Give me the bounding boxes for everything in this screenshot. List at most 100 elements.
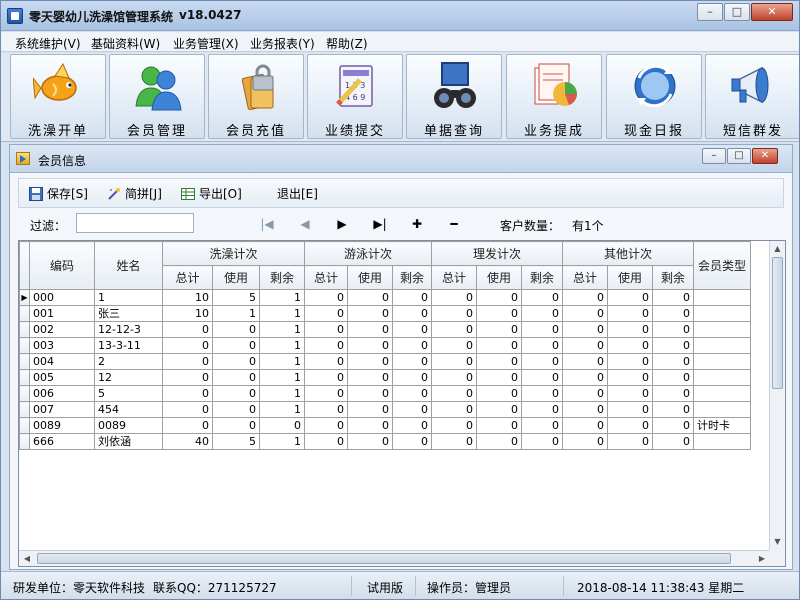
exit-button[interactable]: 退出[E] — [277, 185, 318, 202]
horizontal-scroll-thumb[interactable] — [37, 553, 731, 564]
cell-other-remain[interactable]: 0 — [652, 305, 694, 322]
cell-swim-total[interactable]: 0 — [304, 369, 348, 386]
cell-hair-remain[interactable]: 0 — [521, 321, 563, 338]
menu-system[interactable]: 系统维护(V) — [15, 35, 81, 52]
menu-basic-data[interactable]: 基础资料(W) — [91, 35, 160, 52]
cell-other-used[interactable]: 0 — [607, 385, 653, 402]
cell-hair-total[interactable]: 0 — [431, 417, 477, 434]
cell-hair-total[interactable]: 0 — [431, 353, 477, 370]
cell-swim-total[interactable]: 0 — [304, 353, 348, 370]
minimize-button[interactable]: – — [697, 3, 723, 21]
cell-hair-used[interactable]: 0 — [476, 385, 522, 402]
toolbar-sms-broadcast-button[interactable]: 短信群发 — [705, 54, 799, 139]
cell-swim-remain[interactable]: 0 — [392, 401, 432, 418]
cell-name[interactable]: 13-3-11 — [94, 337, 163, 354]
cell-member-type[interactable]: 计时卡 — [693, 417, 751, 434]
cell-hair-used[interactable]: 0 — [476, 337, 522, 354]
scroll-left-icon[interactable]: ◀ — [19, 551, 35, 566]
header-other-used[interactable]: 使用 — [607, 265, 653, 290]
cell-hair-total[interactable]: 0 — [431, 305, 477, 322]
cell-bath-total[interactable]: 0 — [162, 385, 213, 402]
cell-swim-total[interactable]: 0 — [304, 321, 348, 338]
vertical-scrollbar[interactable]: ▲ ▼ — [769, 241, 785, 550]
cell-member-type[interactable] — [693, 353, 751, 370]
row-indicator[interactable] — [19, 321, 30, 338]
cell-other-used[interactable]: 0 — [607, 369, 653, 386]
cell-other-remain[interactable]: 0 — [652, 289, 694, 306]
cell-hair-remain[interactable]: 0 — [521, 417, 563, 434]
cell-other-remain[interactable]: 0 — [652, 401, 694, 418]
cell-bath-remain[interactable]: 0 — [259, 417, 305, 434]
cell-bath-remain[interactable]: 1 — [259, 433, 305, 450]
cell-other-total[interactable]: 0 — [562, 289, 608, 306]
cell-bath-used[interactable]: 0 — [212, 401, 260, 418]
row-indicator[interactable] — [19, 337, 30, 354]
cell-swim-total[interactable]: 0 — [304, 337, 348, 354]
table-row[interactable]: ▶ 000 1 10 5 1 0 0 0 0 0 0 0 0 0 — [19, 289, 751, 306]
cell-bath-total[interactable]: 0 — [162, 321, 213, 338]
child-maximize-button[interactable]: □ — [727, 148, 751, 164]
cell-bath-remain[interactable]: 1 — [259, 353, 305, 370]
header-name[interactable]: 姓名 — [94, 241, 163, 290]
cell-member-type[interactable] — [693, 321, 751, 338]
scroll-right-icon[interactable]: ▶ — [754, 551, 770, 566]
cell-swim-used[interactable]: 0 — [347, 353, 393, 370]
cell-name[interactable]: 刘依涵 — [94, 433, 163, 450]
cell-other-used[interactable]: 0 — [607, 305, 653, 322]
cell-hair-used[interactable]: 0 — [476, 353, 522, 370]
cell-other-remain[interactable]: 0 — [652, 321, 694, 338]
toolbar-commission-button[interactable]: 业务提成 — [506, 54, 602, 139]
cell-other-remain[interactable]: 0 — [652, 337, 694, 354]
row-indicator[interactable] — [19, 417, 30, 434]
header-bath-used[interactable]: 使用 — [212, 265, 260, 290]
cell-swim-total[interactable]: 0 — [304, 289, 348, 306]
cell-other-used[interactable]: 0 — [607, 401, 653, 418]
cell-other-total[interactable]: 0 — [562, 385, 608, 402]
header-hair-remain[interactable]: 剩余 — [521, 265, 563, 290]
scroll-down-icon[interactable]: ▼ — [770, 534, 785, 550]
toolbar-member-recharge-button[interactable]: 会员充值 — [208, 54, 304, 139]
cell-bath-remain[interactable]: 1 — [259, 289, 305, 306]
cell-bath-remain[interactable]: 1 — [259, 305, 305, 322]
cell-hair-remain[interactable]: 0 — [521, 385, 563, 402]
cell-bath-remain[interactable]: 1 — [259, 401, 305, 418]
table-row[interactable]: 005 12 0 0 1 0 0 0 0 0 0 0 0 0 — [19, 369, 751, 386]
cell-hair-total[interactable]: 0 — [431, 289, 477, 306]
cell-other-total[interactable]: 0 — [562, 433, 608, 450]
row-indicator[interactable] — [19, 353, 30, 370]
cell-hair-remain[interactable]: 0 — [521, 305, 563, 322]
filter-input[interactable] — [76, 213, 194, 233]
table-row[interactable]: 006 5 0 0 1 0 0 0 0 0 0 0 0 0 — [19, 385, 751, 402]
cell-bath-used[interactable]: 0 — [212, 353, 260, 370]
cell-name[interactable]: 5 — [94, 385, 163, 402]
header-swim-total[interactable]: 总计 — [304, 265, 348, 290]
header-other-remain[interactable]: 剩余 — [652, 265, 694, 290]
cell-hair-used[interactable]: 0 — [476, 321, 522, 338]
cell-bath-used[interactable]: 0 — [212, 321, 260, 338]
cell-other-used[interactable]: 0 — [607, 353, 653, 370]
cell-hair-total[interactable]: 0 — [431, 433, 477, 450]
cell-swim-used[interactable]: 0 — [347, 289, 393, 306]
toolbar-document-query-button[interactable]: 单据查询 — [406, 54, 502, 139]
cell-code[interactable]: 002 — [29, 321, 95, 338]
cell-bath-used[interactable]: 5 — [212, 289, 260, 306]
cell-hair-total[interactable]: 0 — [431, 321, 477, 338]
cell-swim-used[interactable]: 0 — [347, 401, 393, 418]
cell-bath-total[interactable]: 0 — [162, 401, 213, 418]
cell-name[interactable]: 0089 — [94, 417, 163, 434]
cell-swim-total[interactable]: 0 — [304, 433, 348, 450]
quick-pinyin-button[interactable]: 简拼[J] — [107, 185, 162, 202]
cell-member-type[interactable] — [693, 369, 751, 386]
child-close-button[interactable]: ✕ — [752, 148, 778, 164]
row-indicator[interactable]: ▶ — [19, 289, 30, 306]
cell-other-remain[interactable]: 0 — [652, 369, 694, 386]
cell-swim-used[interactable]: 0 — [347, 337, 393, 354]
header-member-type[interactable]: 会员类型 — [693, 241, 751, 290]
cell-swim-total[interactable]: 0 — [304, 401, 348, 418]
cell-other-remain[interactable]: 0 — [652, 385, 694, 402]
save-button[interactable]: 保存[S] — [29, 185, 88, 202]
toolbar-cash-daily-button[interactable]: 现金日报 — [606, 54, 702, 139]
cell-bath-used[interactable]: 1 — [212, 305, 260, 322]
cell-hair-remain[interactable]: 0 — [521, 369, 563, 386]
cell-swim-remain[interactable]: 0 — [392, 433, 432, 450]
